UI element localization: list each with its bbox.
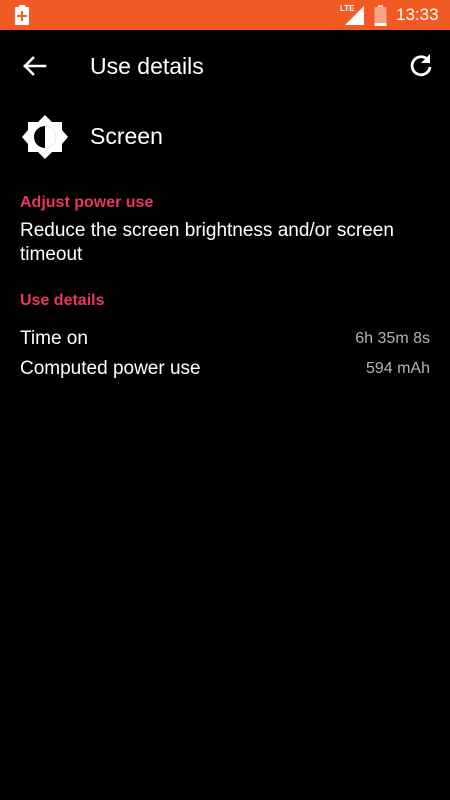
battery-saver-icon [14, 5, 30, 25]
back-button[interactable] [18, 50, 52, 84]
status-bar: LTE 13:33 [0, 0, 450, 30]
use-details-screen: LTE 13:33 Use details Screen Adjust powe… [0, 0, 450, 800]
arrow-back-icon [23, 56, 47, 76]
use-details-header: Use details [20, 292, 105, 309]
toolbar: Use details [0, 30, 450, 102]
signal-lte-icon: LTE [340, 4, 366, 26]
detail-value: 594 mAh [365, 360, 430, 377]
battery-icon [374, 5, 387, 26]
detail-value: 6h 35m 8s [355, 330, 430, 347]
app-name: Screen [90, 123, 163, 149]
app-header: Screen [0, 104, 450, 168]
adjust-power-use-header: Adjust power use [20, 194, 154, 211]
refresh-icon [410, 54, 432, 77]
status-time: 13:33 [396, 5, 439, 24]
detail-label: Time on [20, 328, 88, 349]
brightness-icon [20, 112, 70, 162]
adjust-power-use-suggestion[interactable]: Reduce the screen brightness and/or scre… [20, 219, 430, 267]
detail-label: Computed power use [20, 358, 201, 379]
page-title: Use details [90, 53, 204, 79]
refresh-button[interactable] [404, 49, 438, 83]
detail-row-computed-power-use: Computed power use 594 mAh [20, 356, 430, 384]
detail-row-time-on: Time on 6h 35m 8s [20, 326, 430, 354]
